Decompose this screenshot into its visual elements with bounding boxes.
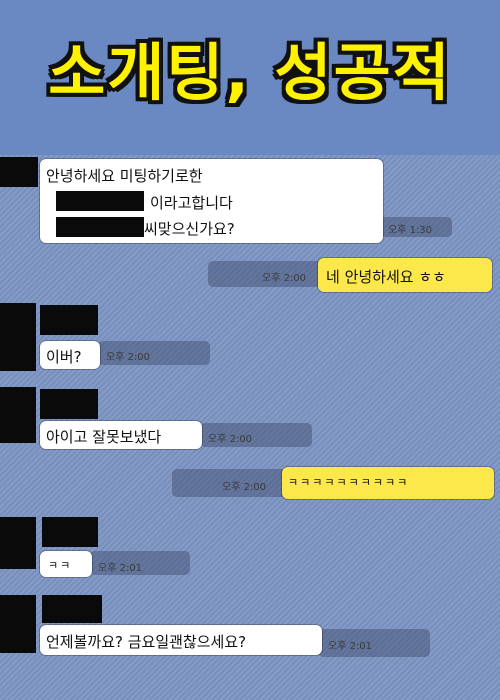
page-title: 소개팅, 성공적 — [48, 36, 452, 109]
name-redacted — [56, 191, 144, 211]
sender-name-redacted — [42, 595, 102, 623]
message-text: 이버? — [46, 348, 82, 366]
message-text: ㅋㅋ — [48, 559, 73, 572]
sender-name-redacted — [40, 305, 98, 335]
sender-name-redacted — [42, 517, 98, 547]
message-bubble-received[interactable]: 이버? — [40, 341, 100, 369]
chat-area[interactable]: 안녕하세요 미팅하기로한 이라고합니다 씨맞으신가요? 오후 1:30 오후 2… — [0, 155, 500, 700]
message-bubble-sent[interactable]: 네 안녕하세요 ㅎㅎ — [318, 258, 492, 292]
message-time: 오후 2:00 — [222, 482, 267, 493]
message-bubble-received[interactable]: ㅋㅋ — [40, 551, 92, 577]
message-text: ㅋㅋㅋㅋㅋㅋㅋㅋㅋㅋ — [288, 476, 410, 489]
avatar-redacted — [0, 157, 38, 187]
message-time: 오후 2:01 — [328, 641, 373, 652]
avatar-redacted — [0, 387, 36, 443]
message-text: 이라고합니다 — [150, 194, 233, 212]
page: 소개팅, 성공적 안녕하세요 미팅하기로한 이라고합니다 씨맞으신가요? 오후 … — [0, 0, 500, 700]
message-text: 아이고 잘못보냈다 — [46, 428, 162, 446]
message-bubble-received[interactable]: 안녕하세요 미팅하기로한 이라고합니다 씨맞으신가요? — [40, 159, 383, 243]
message-time: 오후 1:30 — [388, 225, 433, 236]
message-time: 오후 2:01 — [98, 563, 143, 574]
message-text: 네 안녕하세요 ㅎㅎ — [326, 268, 446, 286]
message-text: 언제볼까요? 금요일괜찮으세요? — [46, 633, 247, 651]
message-bubble-sent[interactable]: ㅋㅋㅋㅋㅋㅋㅋㅋㅋㅋ — [282, 467, 494, 499]
name-redacted — [56, 217, 144, 237]
title-banner: 소개팅, 성공적 — [0, 0, 500, 128]
sender-name-redacted — [40, 389, 98, 419]
avatar-redacted — [0, 303, 36, 371]
message-text: 씨맞으신가요? — [144, 220, 235, 238]
avatar-redacted — [0, 595, 36, 653]
message-bubble-received[interactable]: 아이고 잘못보냈다 — [40, 421, 202, 449]
message-time: 오후 2:00 — [208, 434, 253, 445]
message-time: 오후 2:00 — [106, 352, 151, 363]
message-text: 안녕하세요 미팅하기로한 — [46, 167, 203, 185]
message-time: 오후 2:00 — [262, 273, 307, 284]
avatar-redacted — [0, 517, 36, 569]
message-bubble-received[interactable]: 언제볼까요? 금요일괜찮으세요? — [40, 625, 322, 655]
